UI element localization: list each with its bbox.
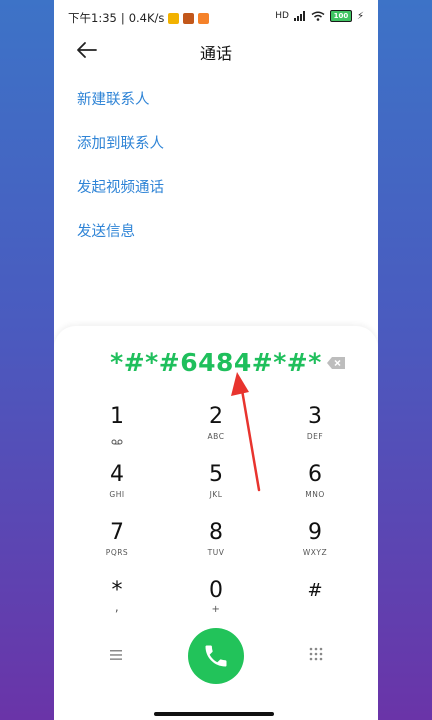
key-8[interactable]: 8 TUV [171, 520, 261, 574]
action-menu: 新建联系人 添加到联系人 发起视频通话 发送信息 [77, 86, 164, 262]
battery-icon: 100 [329, 10, 352, 22]
key-star[interactable]: * , [72, 578, 162, 632]
key-letters: TUV [207, 548, 225, 557]
new-contact-option[interactable]: 新建联系人 [77, 86, 164, 130]
key-2[interactable]: 2 ABC [171, 404, 261, 458]
status-left: 下午1:35 | 0.4K/s [68, 10, 210, 26]
key-digit: 4 [110, 462, 124, 487]
key-3[interactable]: 3 DEF [270, 404, 360, 458]
key-digit: 8 [209, 520, 223, 545]
key-letters: DEF [306, 432, 324, 441]
hd-label: HD [275, 11, 289, 21]
key-letters: ABC [207, 432, 225, 441]
call-button[interactable] [188, 628, 244, 684]
header: 通话 [54, 34, 378, 68]
phone-screen: 下午1:35 | 0.4K/s HD 100 ⚡ 通话 新建联系人 添加到联系人… [54, 0, 378, 720]
key-letters: PQRS [105, 548, 129, 557]
key-letters: + [211, 604, 221, 615]
key-7[interactable]: 7 PQRS [72, 520, 162, 574]
key-9[interactable]: 9 WXYZ [270, 520, 360, 574]
status-right: HD 100 ⚡ [275, 10, 364, 22]
voicemail-icon [111, 439, 123, 445]
backspace-icon[interactable] [326, 356, 346, 370]
dialer-panel: *#*#6484#*#* 1 2 ABC 3 DEF 4 GHI 5 JKL 6… [54, 326, 378, 720]
add-to-contact-option[interactable]: 添加到联系人 [77, 130, 164, 174]
page-title: 通话 [199, 44, 232, 63]
key-digit: 6 [308, 462, 322, 487]
key-digit: 7 [110, 520, 124, 545]
key-letters: WXYZ [302, 548, 328, 557]
key-letters: MNO [305, 490, 325, 499]
key-4[interactable]: 4 GHI [72, 462, 162, 516]
key-digit: 9 [308, 520, 322, 545]
key-letters: , [114, 600, 120, 614]
status-separator: | [120, 11, 125, 25]
app-notification-icon [183, 12, 195, 24]
signal-icon [293, 11, 305, 21]
key-1[interactable]: 1 [72, 404, 162, 458]
status-bar: 下午1:35 | 0.4K/s HD 100 ⚡ [54, 0, 378, 34]
key-6[interactable]: 6 MNO [270, 462, 360, 516]
key-digit: 1 [110, 404, 124, 429]
key-digit: 2 [209, 404, 223, 429]
key-hash[interactable]: # [270, 578, 360, 632]
charging-icon: ⚡ [356, 10, 364, 22]
video-call-option[interactable]: 发起视频通话 [77, 174, 164, 218]
key-digit: # [307, 580, 323, 601]
send-message-option[interactable]: 发送信息 [77, 218, 164, 262]
phone-icon [205, 645, 227, 667]
key-5[interactable]: 5 JKL [171, 462, 261, 516]
key-digit: 3 [308, 404, 322, 429]
network-speed: 0.4K/s [128, 11, 165, 25]
app-notification-icon [198, 12, 210, 24]
key-letters: GHI [109, 490, 125, 499]
keypad-grid-icon[interactable] [308, 646, 324, 662]
key-digit: 5 [209, 462, 223, 487]
menu-icon[interactable] [108, 648, 124, 662]
key-digit: 0 [209, 578, 223, 603]
status-time: 下午1:35 [68, 11, 117, 25]
home-indicator[interactable] [154, 712, 274, 716]
app-notification-icon [168, 12, 180, 24]
key-letters: JKL [209, 490, 223, 499]
key-0[interactable]: 0 + [171, 578, 261, 632]
wifi-icon [311, 11, 325, 21]
